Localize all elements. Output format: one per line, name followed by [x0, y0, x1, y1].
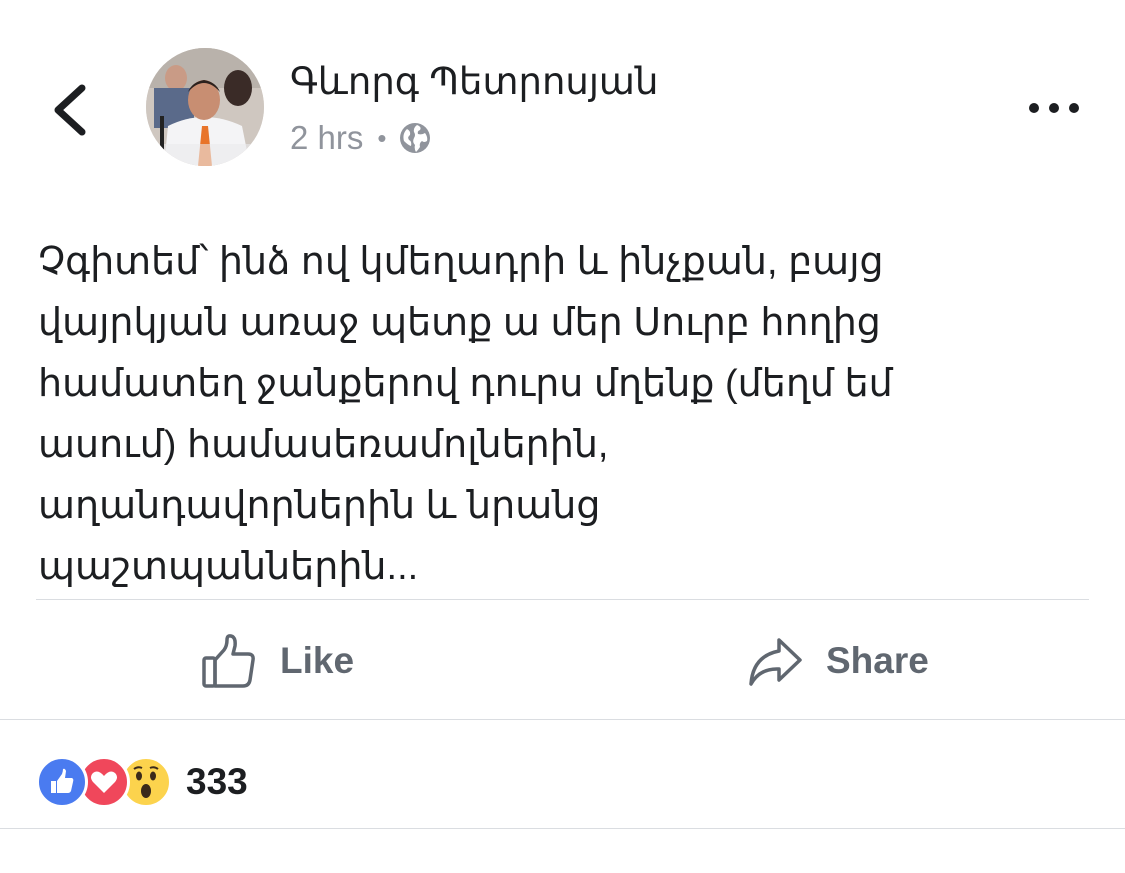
- profile-photo: [146, 48, 264, 166]
- like-label: Like: [280, 640, 355, 681]
- reactions-summary[interactable]: 333: [36, 756, 248, 808]
- post-meta: 2 hrs •: [290, 116, 432, 160]
- thumbs-up-icon: [202, 634, 255, 688]
- like-button[interactable]: Like: [200, 626, 354, 696]
- more-horizontal-icon: [1029, 103, 1079, 113]
- divider: [36, 599, 1089, 600]
- author-name[interactable]: Գևորգ Պետրոսյան: [290, 60, 658, 103]
- share-button[interactable]: Share: [746, 626, 929, 696]
- post-text: Չգիտեմ՝ ինձ ով կմեղադրի և ինչքան, բայց վ…: [38, 241, 893, 588]
- reaction-count: 333: [186, 761, 248, 802]
- share-arrow-icon: [749, 638, 802, 686]
- globe-icon: [400, 123, 431, 153]
- divider: [0, 828, 1125, 829]
- share-label: Share: [826, 640, 929, 681]
- avatar[interactable]: [146, 48, 264, 166]
- post-time[interactable]: 2 hrs: [290, 119, 363, 157]
- chevron-left-icon: [54, 84, 86, 136]
- like-reaction-icon: [36, 756, 88, 808]
- meta-separator: •: [377, 122, 387, 153]
- back-button[interactable]: [40, 70, 100, 150]
- divider: [0, 719, 1125, 720]
- more-options-button[interactable]: [1018, 88, 1090, 128]
